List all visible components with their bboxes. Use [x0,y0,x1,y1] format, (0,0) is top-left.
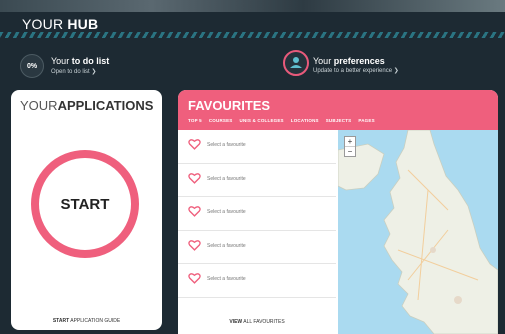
top-strip [0,0,505,12]
todo-title-prefix: Your [51,56,70,66]
tab-subjects[interactable]: SUBJECTS [326,118,352,123]
view-all-favourites-link[interactable]: VIEW ALL FAVOURITES [178,319,336,325]
zoom-out-button[interactable]: − [345,147,355,156]
application-guide-text: APPLICATION GUIDE [70,318,121,324]
tab-top-5[interactable]: TOP 5 [188,118,202,123]
start-button[interactable]: START [31,150,139,258]
preferences-title-bold: preferences [333,56,385,66]
favourite-label: Select a favourite [207,276,246,282]
user-icon [290,57,302,68]
favourites-title: FAVOURITES [188,98,271,113]
heart-icon [188,139,201,150]
favourite-label: Select a favourite [207,142,246,148]
favourites-header: FAVOURITES TOP 5 COURSES UNIS & COLLEGES… [178,90,498,130]
decorative-stripe [0,32,505,38]
favourite-label: Select a favourite [207,242,246,249]
preferences-link[interactable]: Update to a better experience ❯ [313,67,399,74]
favourite-label: Select a favourite [207,209,246,215]
preferences-title[interactable]: Your preferences [313,56,385,66]
tab-courses[interactable]: COURSES [209,118,233,123]
todo-link[interactable]: Open to do list ❯ [51,68,96,75]
favourites-card: FAVOURITES TOP 5 COURSES UNIS & COLLEGES… [178,90,498,334]
hub-title-bold: HUB [67,16,99,32]
applications-title-prefix: YOUR [20,98,58,113]
heart-icon [188,172,201,184]
preferences-title-prefix: Your [313,56,332,66]
todo-title[interactable]: Your to do list [51,56,109,66]
application-guide-link[interactable]: START APPLICATION GUIDE [11,318,162,324]
view-all-bold: VIEW [229,319,243,325]
favourite-label: Select a favourite [207,175,246,182]
uk-map[interactable]: + − [337,129,498,334]
todo-progress-badge: 0% [20,54,44,78]
heart-icon [188,273,201,284]
map-zoom-control: + − [344,136,356,157]
tab-pages[interactable]: PAGES [358,118,374,123]
applications-card: YOURAPPLICATIONS START START APPLICATION… [11,90,162,330]
view-all-text: ALL FAVOURITES [243,319,285,325]
info-row: 0% Your to do list Open to do list ❯ You… [0,50,505,82]
map-landmass [337,129,498,334]
list-item[interactable]: Select a favourite [178,264,336,298]
heart-icon [188,206,201,217]
list-item[interactable]: Select a favourite [178,130,336,164]
todo-title-bold: to do list [71,56,110,66]
hub-title: YOUR HUB [22,16,98,32]
tab-locations[interactable]: LOCATIONS [291,118,319,123]
list-item[interactable]: Select a favourite [178,231,336,264]
hub-title-prefix: YOUR [22,16,64,32]
favourites-list: Select a favourite Select a favourite Se… [178,130,336,298]
favourites-tabs: TOP 5 COURSES UNIS & COLLEGES LOCATIONS … [188,118,375,123]
tab-unis-colleges[interactable]: UNIS & COLLEGES [240,118,284,123]
application-guide-bold: START [52,318,70,324]
heart-icon [188,239,201,251]
zoom-in-button[interactable]: + [345,137,355,147]
applications-title: YOURAPPLICATIONS [20,98,153,113]
list-item[interactable]: Select a favourite [178,164,336,197]
applications-title-bold: APPLICATIONS [57,98,154,113]
list-item[interactable]: Select a favourite [178,197,336,231]
preferences-button[interactable] [283,50,309,76]
